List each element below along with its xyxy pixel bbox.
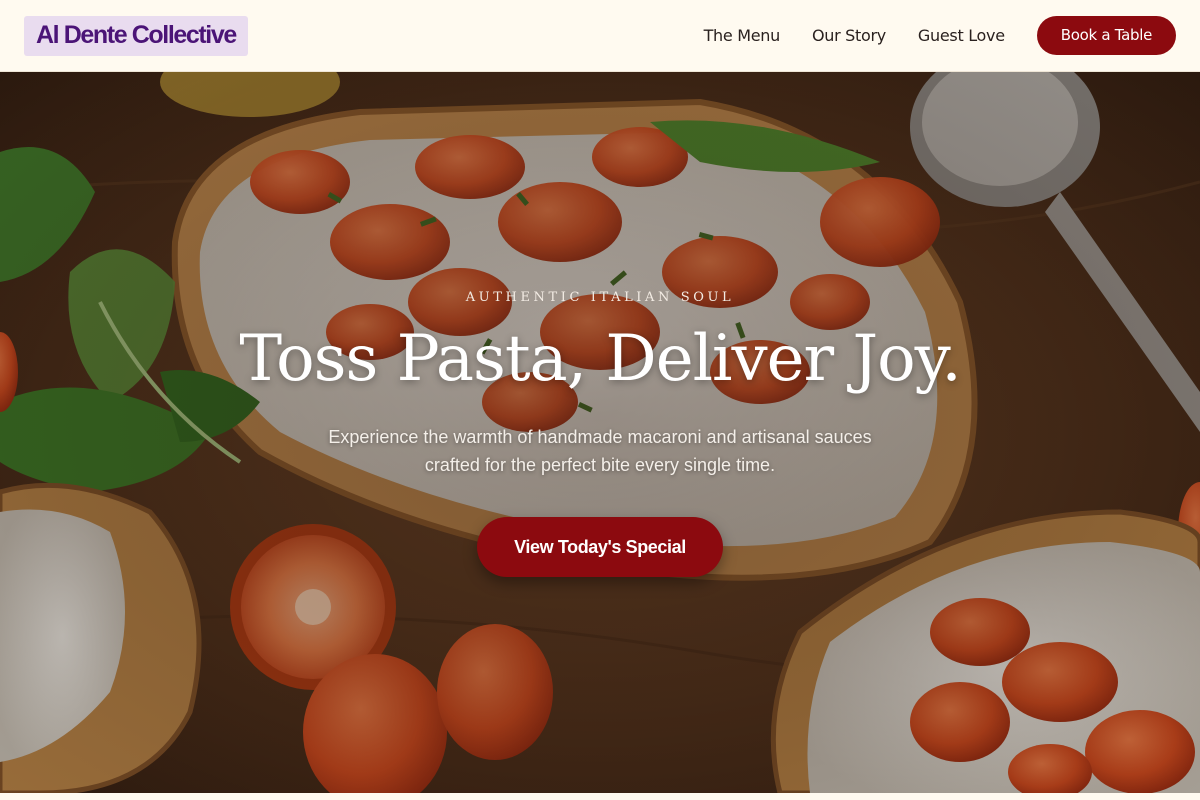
hero-eyebrow: AUTHENTIC ITALIAN SOUL [465,290,735,305]
bottom-strip [0,793,1200,800]
nav-link-menu[interactable]: The Menu [704,26,781,45]
hero-content: AUTHENTIC ITALIAN SOUL Toss Pasta, Deliv… [0,72,1200,793]
book-table-button[interactable]: Book a Table [1036,16,1176,55]
site-header: Al Dente Collective The Menu Our Story G… [0,0,1200,72]
hero-headline: Toss Pasta, Deliver Joy. [239,322,961,396]
nav-link-our-story[interactable]: Our Story [812,26,886,45]
hero-section: AUTHENTIC ITALIAN SOUL Toss Pasta, Deliv… [0,72,1200,793]
main-nav: The Menu Our Story Guest Love Book a Tab… [704,16,1176,55]
nav-link-guest-love[interactable]: Guest Love [918,26,1005,45]
view-special-button[interactable]: View Today's Special [477,517,723,577]
hero-subline: Experience the warmth of handmade macaro… [328,427,872,475]
brand-logo[interactable]: Al Dente Collective [24,15,248,56]
